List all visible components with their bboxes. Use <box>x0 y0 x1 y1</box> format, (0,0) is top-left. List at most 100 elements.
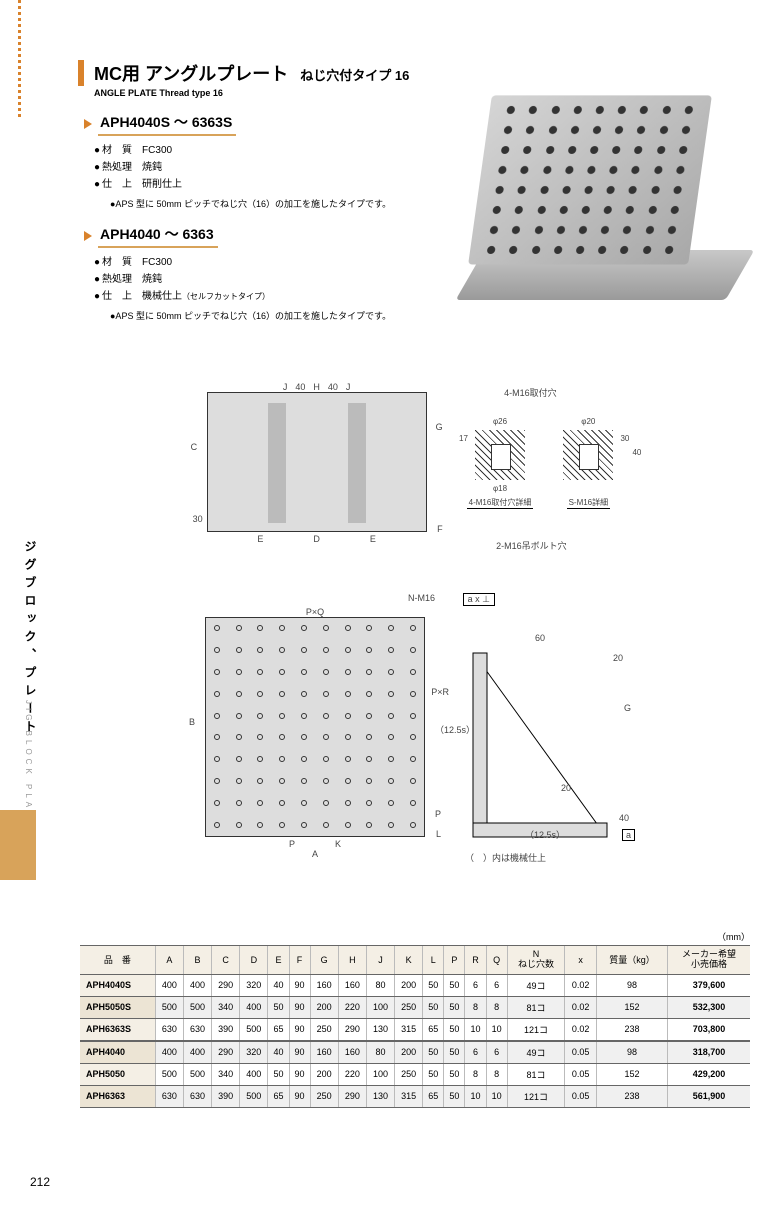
cell-H: 160 <box>338 974 366 996</box>
table-row: APH5050S50050034040050902002201002505050… <box>80 996 750 1018</box>
table-row: APH6363630630390500659025029013031565501… <box>80 1085 750 1107</box>
cell-J: 100 <box>366 1063 394 1085</box>
callout-2m16: 2-M16吊ボルト穴 <box>496 539 567 552</box>
dim-60: 60 <box>465 633 615 643</box>
dim-E: E <box>257 534 263 544</box>
cell-x: 0.02 <box>565 996 597 1018</box>
bullet-icon <box>94 257 102 268</box>
table-row: APH5050500500340400509020022010025050508… <box>80 1063 750 1085</box>
cell-N: 49コ <box>507 974 565 996</box>
dim-40: 40 <box>295 382 305 392</box>
dim-20a: 20 <box>613 653 623 663</box>
th-no: 品 番 <box>80 946 155 975</box>
cell-C: 290 <box>212 1041 240 1064</box>
cell-K: 200 <box>395 1041 423 1064</box>
dim-Jb: J <box>346 382 351 392</box>
series1-name: APH4040S ～ 6363S <box>98 112 236 136</box>
cell-J: 80 <box>366 1041 394 1064</box>
cell-D: 500 <box>240 1085 268 1107</box>
cell-F: 90 <box>289 1041 310 1064</box>
cell-R: 6 <box>465 1041 486 1064</box>
cell-K: 250 <box>395 1063 423 1085</box>
cell-B: 630 <box>183 1018 211 1041</box>
fin-val2: （セルフカットタイプ） <box>182 292 270 301</box>
mat-val: FC300 <box>142 145 172 156</box>
fin-val: 機械仕上 <box>142 291 182 302</box>
diag-subnote: （ ）内は機械仕上 <box>465 851 615 864</box>
cell-B: 500 <box>183 996 211 1018</box>
cell-G: 160 <box>310 1041 338 1064</box>
dim-A: A <box>205 849 425 859</box>
cell-A: 400 <box>155 974 183 996</box>
title-main: MC用 アングルプレート <box>94 60 288 86</box>
cell-D: 320 <box>240 1041 268 1064</box>
cell-P: 50 <box>444 996 465 1018</box>
dim-K: K <box>335 839 341 849</box>
page-number: 212 <box>30 1175 50 1189</box>
callout-4m16: 4-M16取付穴 <box>504 386 557 399</box>
cell-R: 8 <box>465 996 486 1018</box>
cell-C: 390 <box>212 1018 240 1041</box>
detail-cup1 <box>475 430 525 480</box>
cell-D: 400 <box>240 1063 268 1085</box>
cell-F: 90 <box>289 1085 310 1107</box>
cell-R: 8 <box>465 1063 486 1085</box>
cell-x: 0.02 <box>565 974 597 996</box>
cell-Q: 6 <box>486 1041 507 1064</box>
dim-J: J <box>283 382 288 392</box>
cell-Q: 10 <box>486 1085 507 1107</box>
cell-R: 10 <box>465 1018 486 1041</box>
th-B: B <box>183 946 211 975</box>
heat-label: 熱処理 <box>102 274 132 285</box>
cell-N: 121コ <box>507 1085 565 1107</box>
cell-N: 121コ <box>507 1018 565 1041</box>
table-row: APH4040S40040029032040901601608020050506… <box>80 974 750 996</box>
cell-E: 65 <box>268 1085 289 1107</box>
series2-name: APH4040 ～ 6363 <box>98 224 218 248</box>
cell-G: 200 <box>310 1063 338 1085</box>
cell-J: 130 <box>366 1018 394 1041</box>
cell-Q: 8 <box>486 996 507 1018</box>
cell-C: 290 <box>212 974 240 996</box>
dim-40b: 40 <box>328 382 338 392</box>
cell-N: 49コ <box>507 1041 565 1064</box>
cell-B: 400 <box>183 1041 211 1064</box>
cell-E: 40 <box>268 1041 289 1064</box>
dim-G: G <box>436 422 443 432</box>
th-K: K <box>395 946 423 975</box>
cell-D: 320 <box>240 974 268 996</box>
th-price: メーカー希望小売価格 <box>668 946 750 975</box>
cell-L: 65 <box>423 1018 444 1041</box>
series2-note: ●APS 型に 50mm ピッチでねじ穴（16）の加工を施したタイプです。 <box>110 309 750 322</box>
fin-label: 仕 上 <box>102 291 132 302</box>
fin-val: 研削仕上 <box>142 179 182 190</box>
cell-no: APH4040 <box>80 1041 155 1064</box>
cell-F: 90 <box>289 1063 310 1085</box>
cell-no: APH6363 <box>80 1085 155 1107</box>
cell-price: 532,300 <box>668 996 750 1018</box>
cell-J: 130 <box>366 1085 394 1107</box>
th-C: C <box>212 946 240 975</box>
th-x: x <box>565 946 597 975</box>
cell-G: 200 <box>310 996 338 1018</box>
datum-a: a <box>622 829 635 841</box>
th-mass: 質量（kg） <box>597 946 668 975</box>
bullet-icon <box>94 291 102 302</box>
cell-L: 50 <box>423 1041 444 1064</box>
cell-F: 90 <box>289 996 310 1018</box>
dim-H: H <box>313 382 320 392</box>
mat-val: FC300 <box>142 257 172 268</box>
cell-A: 500 <box>155 996 183 1018</box>
dim-Pb: P <box>289 839 295 849</box>
spec-table: 品 番 A B C D E F G H J K L P R Q Nねじ穴数 x <box>80 945 750 1108</box>
fin-label: 仕 上 <box>102 179 132 190</box>
dim-phi18: φ18 <box>493 484 507 493</box>
page-content: MC用 アングルプレート ねじ穴付タイプ 16 ANGLE PLATE Thre… <box>0 0 780 1209</box>
heat-label: 熱処理 <box>102 162 132 173</box>
cell-mass: 238 <box>597 1018 668 1041</box>
cell-K: 250 <box>395 996 423 1018</box>
cell-A: 630 <box>155 1018 183 1041</box>
cell-E: 40 <box>268 974 289 996</box>
cell-P: 50 <box>444 1063 465 1085</box>
cell-x: 0.05 <box>565 1041 597 1064</box>
